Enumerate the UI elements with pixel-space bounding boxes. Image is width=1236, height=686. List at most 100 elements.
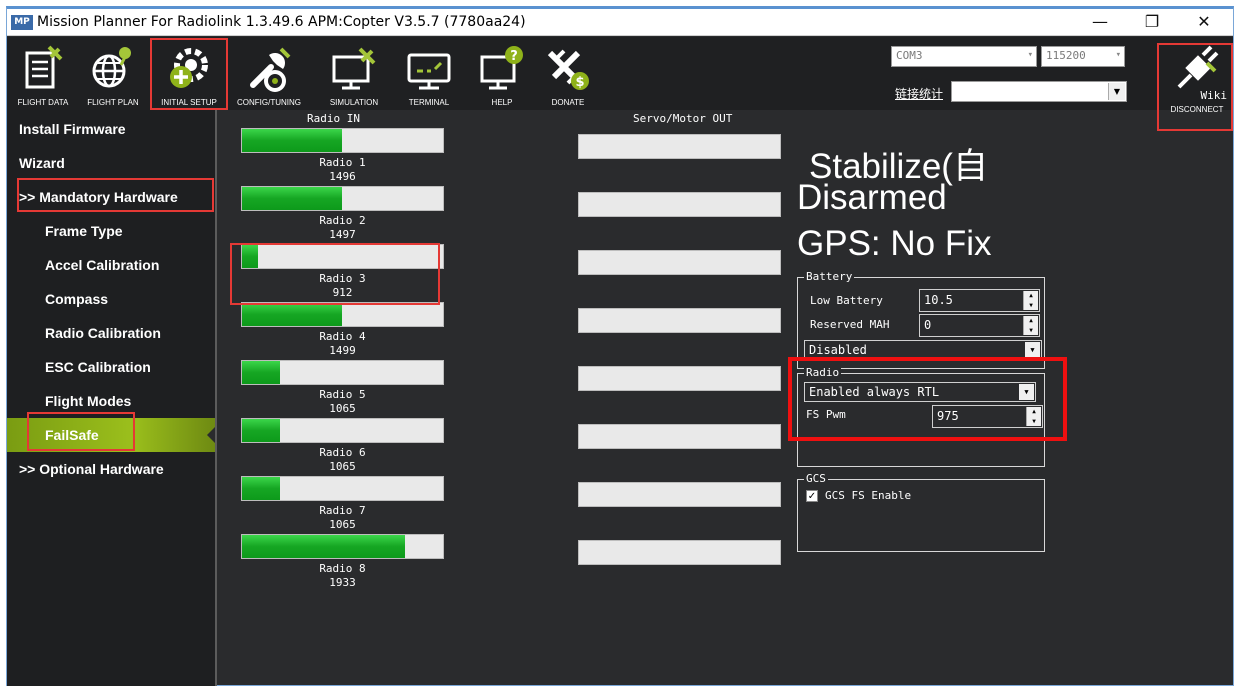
- restore-button[interactable]: ❐: [1129, 9, 1175, 36]
- plug-icon: [1177, 45, 1219, 89]
- radio-in-channel-name: Radio 2: [319, 214, 366, 227]
- gcs-fs-enable-checkbox[interactable]: ✓: [806, 490, 818, 502]
- help-label: HELP: [491, 98, 513, 107]
- sidebar-item-optional-hardware[interactable]: >> Optional Hardware: [7, 452, 215, 486]
- radio-in-bar: [241, 476, 444, 501]
- sidebar-item-accel-calibration[interactable]: Accel Calibration: [7, 248, 215, 282]
- sidebar-item-mandatory-hardware[interactable]: >> Mandatory Hardware: [7, 180, 215, 214]
- sidebar-item-flight-modes[interactable]: Flight Modes: [7, 384, 215, 418]
- radio-in-channel-name: Radio 5: [319, 388, 366, 401]
- sidebar-item-radio-calibration[interactable]: Radio Calibration: [7, 316, 215, 350]
- terminal-label: TERMINAL: [408, 98, 450, 107]
- reserved-mah-input[interactable]: 0 ▲ ▼: [919, 314, 1040, 337]
- gps-status: GPS: No Fix: [797, 224, 992, 263]
- radio-failsafe-action-select[interactable]: Enabled always RTL ▼: [804, 382, 1036, 402]
- radio-in-channel-value: 1065: [329, 518, 356, 531]
- baud-rate-select[interactable]: 115200 ▾: [1041, 46, 1125, 67]
- low-battery-input[interactable]: 10.5 ▲ ▼: [919, 289, 1040, 312]
- radio-failsafe-action-value: Enabled always RTL: [809, 385, 940, 399]
- config-tuning-button[interactable]: CONFIG/TUNING: [229, 37, 309, 110]
- servo-out-bar: [578, 482, 781, 507]
- baud-rate-value: 115200: [1046, 49, 1086, 62]
- spinner-arrows-icon[interactable]: ▲ ▼: [1026, 407, 1041, 426]
- radio-in-bar: [241, 302, 444, 327]
- config-tuning-label: CONFIG/TUNING: [237, 98, 301, 107]
- sidebar-item-install-firmware[interactable]: Install Firmware: [7, 112, 215, 146]
- flight-data-icon: [25, 45, 63, 89]
- donate-button[interactable]: $ DONATE: [535, 37, 601, 110]
- radio-in-bar: [241, 360, 444, 385]
- flight-data-button[interactable]: FLIGHT DATA: [9, 37, 77, 110]
- flight-data-label: FLIGHT DATA: [17, 98, 69, 107]
- window-title: Mission Planner For Radiolink 1.3.49.6 A…: [37, 14, 526, 30]
- main-toolbar: FLIGHT DATA FLIGHT PLAN INITIAL SETUP CO…: [7, 37, 1233, 114]
- servo-out-bar: [578, 366, 781, 391]
- reserved-mah-value: 0: [924, 318, 932, 332]
- chevron-down-icon: ▾: [1115, 50, 1121, 60]
- donate-icon: $: [547, 49, 589, 90]
- minimize-button[interactable]: —: [1077, 9, 1123, 36]
- radio-group-title: Radio: [804, 366, 842, 379]
- battery-group-title: Battery: [804, 270, 855, 283]
- svg-text:$: $: [575, 75, 584, 90]
- sidebar-item-failsafe[interactable]: FailSafe: [7, 418, 215, 452]
- radio-in-channel-name: Radio 3: [319, 272, 366, 285]
- spinner-arrows-icon[interactable]: ▲ ▼: [1023, 316, 1038, 335]
- radio-in-bar: [241, 128, 444, 153]
- battery-group: Battery Low Battery 10.5 ▲ ▼ Reserved MAH…: [797, 270, 1045, 369]
- servo-out-bar: [578, 424, 781, 449]
- radio-in-bar-fill: [242, 361, 280, 384]
- help-button[interactable]: ? HELP: [469, 37, 535, 110]
- radio-in-channel-value: 1497: [329, 228, 356, 241]
- radio-in-bar-fill: [242, 187, 343, 210]
- initial-setup-label: INITIAL SETUP: [161, 98, 217, 107]
- link-select[interactable]: ▼: [951, 81, 1127, 102]
- simulation-label: SIMULATION: [329, 98, 379, 107]
- flight-plan-button[interactable]: FLIGHT PLAN: [77, 37, 149, 110]
- donate-label: DONATE: [551, 98, 585, 107]
- spinner-arrows-icon[interactable]: ▲ ▼: [1023, 291, 1038, 310]
- svg-text:?: ?: [510, 49, 518, 64]
- initial-setup-button[interactable]: INITIAL SETUP: [151, 37, 227, 110]
- radio-in-bar: [241, 418, 444, 443]
- radio-in-channel-value: 1496: [329, 170, 356, 183]
- radio-in-channel-name: Radio 1: [319, 156, 366, 169]
- radio-in-bar-fill: [242, 245, 259, 268]
- link-stats-link[interactable]: 链接统计: [895, 85, 943, 102]
- initial-setup-icon: [170, 48, 208, 88]
- app-window: MP Mission Planner For Radiolink 1.3.49.…: [6, 6, 1234, 686]
- battery-action-select[interactable]: Disabled ▼: [804, 340, 1042, 360]
- gcs-failsafe-group: GCS ✓ GCS FS Enable: [797, 472, 1045, 552]
- active-indicator: [207, 427, 215, 443]
- setup-sidebar: Install Firmware Wizard >> Mandatory Har…: [7, 110, 215, 686]
- simulation-button[interactable]: SIMULATION: [319, 37, 389, 110]
- fs-pwm-input[interactable]: 975 ▲ ▼: [932, 405, 1043, 428]
- sidebar-item-esc-calibration[interactable]: ESC Calibration: [7, 350, 215, 384]
- title-bar: MP Mission Planner For Radiolink 1.3.49.…: [7, 9, 1233, 36]
- servo-out-title: Servo/Motor OUT: [633, 112, 733, 125]
- terminal-button[interactable]: TERMINAL: [397, 37, 461, 110]
- armed-status: Disarmed: [797, 178, 947, 217]
- com-port-value: COM3: [896, 49, 923, 62]
- config-tuning-icon: [250, 47, 291, 92]
- com-port-select[interactable]: COM3 ▾: [891, 46, 1037, 67]
- sidebar-item-wizard[interactable]: Wizard: [7, 146, 215, 180]
- servo-out-bar: [578, 134, 781, 159]
- radio-in-bar-fill: [242, 129, 342, 152]
- gcs-fs-enable-label: GCS FS Enable: [825, 489, 912, 502]
- gcs-group-title: GCS: [804, 472, 828, 485]
- fs-pwm-value: 975: [937, 409, 959, 423]
- flight-plan-label: FLIGHT PLAN: [87, 98, 139, 107]
- close-button[interactable]: ✕: [1181, 9, 1227, 36]
- help-icon: ?: [480, 46, 523, 90]
- fs-pwm-label: FS Pwm: [806, 408, 846, 421]
- sidebar-item-frame-type[interactable]: Frame Type: [7, 214, 215, 248]
- sidebar-item-compass[interactable]: Compass: [7, 282, 215, 316]
- servo-out-bar: [578, 192, 781, 217]
- check-icon: ✓: [807, 491, 817, 502]
- radio-in-channel-value: 1065: [329, 402, 356, 415]
- radio-failsafe-group: Radio Enabled always RTL ▼ FS Pwm 975 ▲ ▼: [797, 366, 1045, 467]
- radio-in-channel-value: 1933: [329, 576, 356, 589]
- wiki-link[interactable]: Wiki: [1201, 89, 1228, 102]
- radio-in-channel-value: 1499: [329, 344, 356, 357]
